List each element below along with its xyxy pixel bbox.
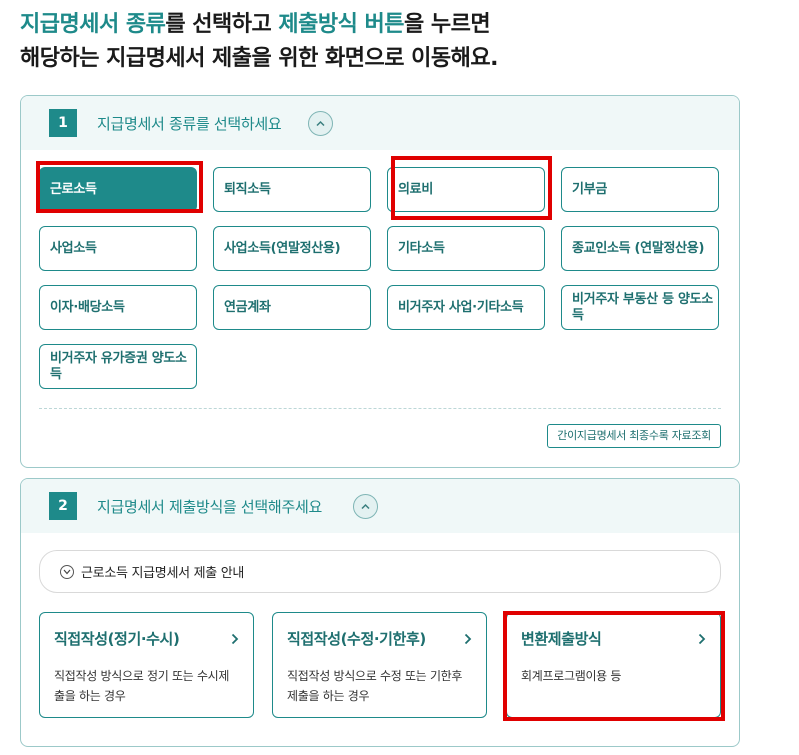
method-card-direct-amend[interactable]: 직접작성(수정·기한후) 직접작성 방식으로 수정 또는 기한후제출을 하는 경… — [272, 612, 487, 718]
step2-panel: 2 지급명세서 제출방식을 선택해주세요 근로소득 지급명세서 제출 안내 직접… — [20, 478, 740, 747]
headline-line-1: 지급명세서 종류를 선택하고 제출방식 버튼을 누르면 — [20, 8, 780, 42]
step2-header: 2 지급명세서 제출방식을 선택해주세요 — [21, 479, 739, 533]
type-button-pension-account[interactable]: 연금계좌 — [213, 285, 371, 330]
chevron-right-icon — [698, 630, 706, 649]
type-button-business-income[interactable]: 사업소득 — [39, 226, 197, 271]
type-button-donation[interactable]: 기부금 — [561, 167, 719, 212]
method-description: 직접작성 방식으로 수정 또는 기한후제출을 하는 경우 — [287, 669, 463, 703]
method-card-conversion[interactable]: 변환제출방식 회계프로그램이용 등 — [506, 612, 721, 718]
type-button-religious-income[interactable]: 종교인소득 (연말정산용) — [561, 226, 719, 271]
headline-text-2: 을 누르면 — [403, 12, 491, 37]
step2-number: 2 — [49, 492, 77, 520]
step1-collapse-toggle[interactable] — [308, 111, 333, 136]
type-button-nonresident-realestate[interactable]: 비거주자 부동산 등 양도소득 — [561, 285, 719, 330]
submission-guide-label: 근로소득 지급명세서 제출 안내 — [81, 566, 245, 581]
headline-text-1: 를 선택하고 — [165, 12, 279, 37]
step1-number: 1 — [49, 109, 77, 137]
chevron-right-icon — [231, 630, 239, 649]
method-title: 직접작성(수정·기한후) — [287, 630, 426, 648]
method-title: 직접작성(정기·수시) — [54, 630, 180, 648]
divider — [39, 408, 721, 409]
step2-title: 지급명세서 제출방식을 선택해주세요 — [97, 498, 322, 516]
step2-collapse-toggle[interactable] — [353, 494, 378, 519]
type-button-interest-dividend[interactable]: 이자·배당소득 — [39, 285, 197, 330]
chevron-right-icon — [464, 630, 472, 649]
page-headline: 지급명세서 종류를 선택하고 제출방식 버튼을 누르면 해당하는 지급명세서 제… — [20, 8, 780, 76]
type-button-other-income[interactable]: 기타소득 — [387, 226, 545, 271]
type-button-earned-income[interactable]: 근로소득 — [39, 167, 197, 212]
method-title: 변환제출방식 — [521, 630, 602, 648]
method-card-direct-regular[interactable]: 직접작성(정기·수시) 직접작성 방식으로 정기 또는 수시제출을 하는 경우 — [39, 612, 254, 718]
type-button-nonresident-business[interactable]: 비거주자 사업·기타소득 — [387, 285, 545, 330]
method-description: 직접작성 방식으로 정기 또는 수시제출을 하는 경우 — [54, 669, 230, 703]
step1-panel: 1 지급명세서 종류를 선택하세요 근로소득 퇴직소득 의료비 기부금 사업소득… — [20, 95, 740, 468]
step1-title: 지급명세서 종류를 선택하세요 — [97, 115, 282, 133]
headline-highlight-type: 지급명세서 종류 — [20, 12, 166, 37]
headline-line-2: 해당하는 지급명세서 제출을 위한 화면으로 이동해요. — [20, 46, 498, 71]
headline-highlight-button: 제출방식 버튼 — [278, 12, 404, 37]
final-record-lookup-button[interactable]: 간이지급명세서 최종수록 자료조회 — [547, 424, 721, 448]
type-button-retirement-income[interactable]: 퇴직소득 — [213, 167, 371, 212]
method-description: 회계프로그램이용 등 — [521, 669, 622, 683]
submission-guide-toggle[interactable]: 근로소득 지급명세서 제출 안내 — [39, 550, 721, 593]
type-button-business-income-yearend[interactable]: 사업소득(연말정산용) — [213, 226, 371, 271]
type-button-nonresident-securities[interactable]: 비거주자 유가증권 양도소득 — [39, 344, 197, 389]
chevron-down-icon — [60, 564, 74, 579]
type-button-medical-expense[interactable]: 의료비 — [387, 167, 545, 212]
step1-header: 1 지급명세서 종류를 선택하세요 — [21, 96, 739, 150]
